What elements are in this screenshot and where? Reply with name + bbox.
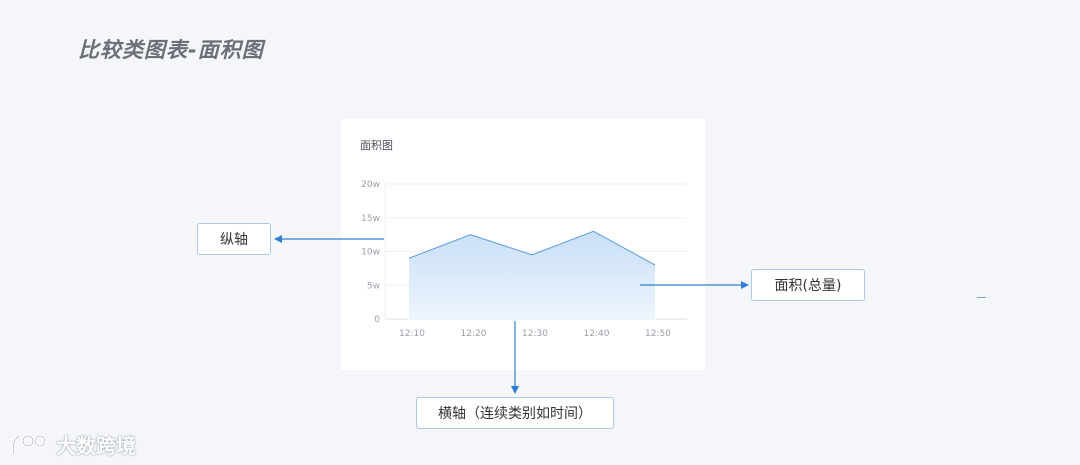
x-tick-label: 12:50 [645,329,671,339]
x-axis-callout-label: 横轴（连续类别如时间） [438,406,592,422]
y-tick-label: 20w [361,180,380,190]
y-axis-callout-label: 纵轴 [220,232,248,248]
area-total-callout: 面积(总量) [751,269,865,301]
chart-card: 面积图 0 5w 10w 15w 20w 12:10 12:20 12:30 12:40 12:… [341,119,705,370]
stray-dash [977,297,986,298]
watermark-text: 大数跨境 [56,434,136,458]
x-tick-label: 12:20 [461,329,487,339]
x-axis-ticks: 12:10 12:20 12:30 12:40 12:50 [399,329,671,339]
y-axis-ticks: 0 5w 10w 15w 20w [361,180,380,325]
area-total-callout-label: 面积(总量) [774,278,842,294]
x-axis-callout: 横轴（连续类别如时间） [416,397,614,429]
x-tick-label: 12:30 [522,329,548,339]
x-tick-label: 12:10 [399,329,425,339]
y-tick-label: 0 [374,315,380,325]
watermark-logo-icon [11,434,47,455]
watermark: 大数跨境 [10,430,136,459]
page-title: 比较类图表-面积图 [78,38,264,62]
area-chart: 0 5w 10w 15w 20w 12:10 12:20 12:30 12:40 12:50 [361,180,687,339]
y-tick-label: 15w [361,214,380,224]
y-axis-callout: 纵轴 [197,223,271,255]
x-tick-label: 12:40 [584,329,610,339]
series-area [408,230,656,319]
y-tick-label: 10w [361,248,380,258]
y-tick-label: 5w [367,281,380,291]
